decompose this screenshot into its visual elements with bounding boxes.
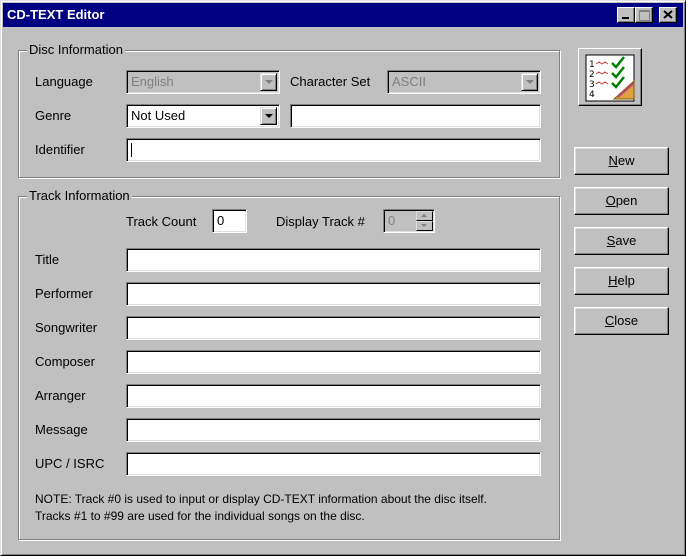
open-mnemonic: O	[605, 193, 616, 208]
spin-up-icon	[416, 211, 433, 221]
genre-label: Genre	[35, 108, 72, 123]
language-label: Language	[35, 74, 93, 89]
track-note-line-1: NOTE: Track #0 is used to input or displ…	[35, 492, 487, 506]
track-information-legend: Track Information	[27, 188, 132, 203]
maximize-icon	[635, 7, 653, 23]
songwriter-input[interactable]	[126, 316, 541, 340]
spin-down-icon	[416, 221, 433, 231]
songwriter-label: Songwriter	[35, 320, 98, 335]
new-label: ew	[617, 153, 635, 168]
title-input[interactable]	[126, 248, 541, 272]
window-title: CD-TEXT Editor	[7, 7, 105, 22]
genre-text-input[interactable]	[290, 104, 541, 128]
message-label: Message	[35, 422, 88, 437]
new-button[interactable]: New	[574, 147, 669, 175]
composer-label: Composer	[35, 354, 95, 369]
display-track-spinner: 0	[383, 209, 435, 233]
display-track-label: Display Track #	[276, 214, 365, 229]
language-value: English	[131, 74, 174, 89]
svg-text:4: 4	[589, 90, 595, 100]
disc-information-legend: Disc Information	[27, 42, 125, 57]
close-button[interactable]: Close	[574, 307, 669, 335]
help-label: elp	[617, 273, 635, 288]
open-button[interactable]: Open	[574, 187, 669, 215]
arranger-input[interactable]	[126, 384, 541, 408]
arranger-label: Arranger	[35, 388, 86, 403]
svg-text:3: 3	[589, 80, 595, 90]
track-count-input[interactable]: 0	[212, 209, 247, 233]
help-mnemonic: H	[608, 273, 618, 288]
genre-select[interactable]: Not Used	[126, 104, 280, 128]
character-set-value: ASCII	[392, 74, 426, 89]
upc-isrc-label: UPC / ISRC	[35, 456, 105, 471]
close-mnemonic: C	[604, 313, 615, 328]
svg-text:1: 1	[589, 60, 595, 70]
genre-value: Not Used	[131, 108, 186, 123]
cd-text-editor-window: CD-TEXT Editor Disc Information Language…	[0, 0, 686, 556]
character-set-label: Character Set	[290, 74, 371, 89]
help-button[interactable]: Help	[574, 267, 669, 295]
minimize-icon[interactable]	[617, 7, 635, 23]
title-label: Title	[35, 252, 60, 267]
checklist-icon: 1 2 3 4	[578, 48, 642, 106]
identifier-input[interactable]	[126, 138, 541, 162]
close-label: lose	[614, 313, 639, 328]
save-label: ave	[615, 233, 637, 248]
upc-isrc-input[interactable]	[126, 452, 541, 476]
chevron-down-icon	[260, 73, 277, 91]
character-set-select: ASCII	[387, 70, 541, 94]
chevron-down-icon[interactable]	[260, 107, 277, 125]
save-button[interactable]: Save	[574, 227, 669, 255]
language-select: English	[126, 70, 280, 94]
performer-label: Performer	[35, 286, 93, 301]
close-icon[interactable]	[659, 7, 677, 23]
performer-input[interactable]	[126, 282, 541, 306]
svg-text:2: 2	[589, 70, 595, 80]
chevron-down-icon	[521, 73, 538, 91]
open-label: pen	[615, 193, 638, 208]
track-note-line-2: Tracks #1 to #99 are used for the indivi…	[35, 509, 365, 523]
track-count-label: Track Count	[126, 214, 197, 229]
new-mnemonic: N	[608, 153, 618, 168]
composer-input[interactable]	[126, 350, 541, 374]
title-bar[interactable]: CD-TEXT Editor	[3, 3, 683, 27]
identifier-label: Identifier	[35, 142, 85, 157]
message-input[interactable]	[126, 418, 541, 442]
track-note: NOTE: Track #0 is used to input or displ…	[35, 491, 555, 525]
